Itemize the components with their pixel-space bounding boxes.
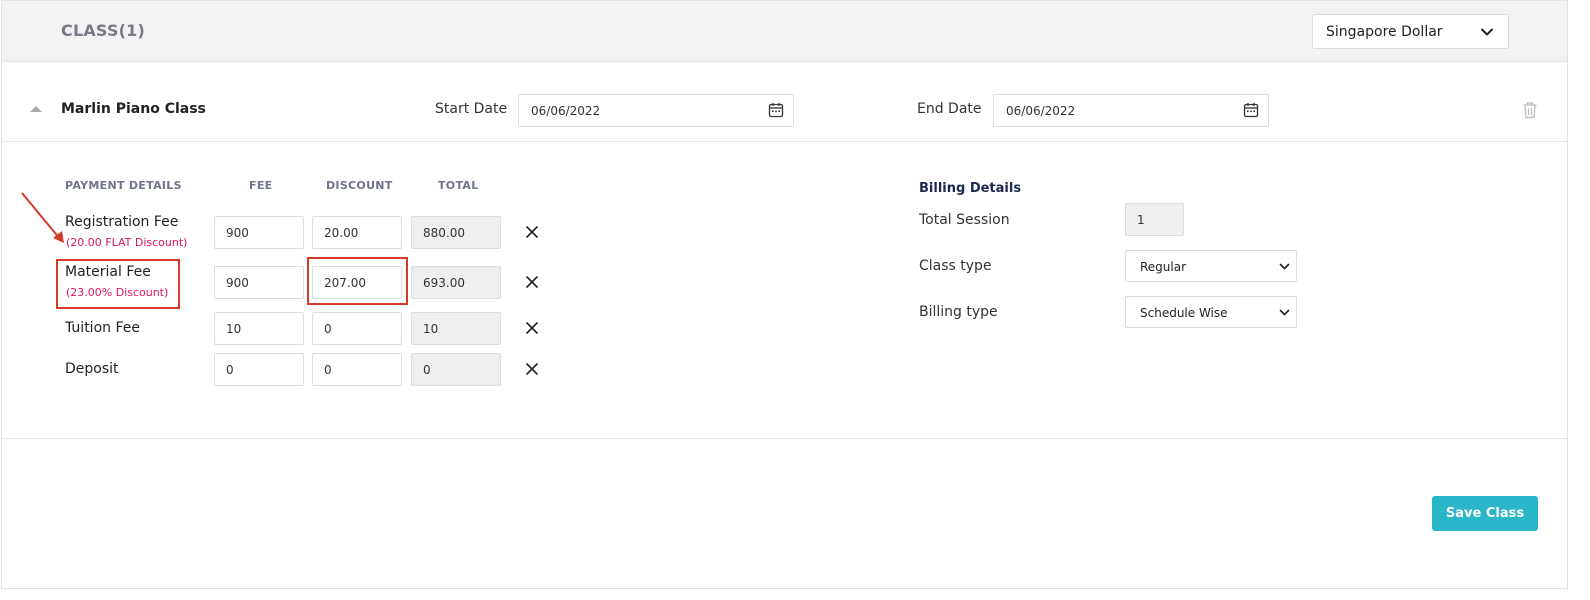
tuition-fee-value: 10 bbox=[226, 322, 242, 336]
save-class-button[interactable]: Save Class bbox=[1432, 496, 1538, 531]
registration-fee-label: Registration Fee bbox=[65, 214, 179, 230]
registration-fee-input[interactable]: 900 bbox=[214, 216, 304, 249]
close-icon[interactable] bbox=[525, 321, 539, 335]
chevron-down-icon bbox=[1481, 28, 1493, 36]
class-panel: CLASS(1) Singapore Dollar Marlin Piano C… bbox=[1, 0, 1568, 589]
tuition-fee-label: Tuition Fee bbox=[65, 320, 140, 336]
start-date-value: 06/06/2022 bbox=[531, 104, 601, 118]
class-row: Marlin Piano Class Start Date 06/06/2022… bbox=[2, 62, 1567, 142]
material-fee-value: 900 bbox=[226, 276, 249, 290]
material-fee-input[interactable]: 900 bbox=[214, 266, 304, 299]
total-session-label: Total Session bbox=[919, 212, 1010, 228]
calendar-icon[interactable] bbox=[1243, 102, 1259, 118]
registration-fee-value: 900 bbox=[226, 226, 249, 240]
chevron-down-icon bbox=[1279, 309, 1290, 316]
deposit-fee-value: 0 bbox=[226, 363, 234, 377]
registration-discount-input[interactable]: 20.00 bbox=[312, 216, 402, 249]
deposit-total-value: 0 bbox=[423, 363, 431, 377]
trash-icon[interactable] bbox=[1522, 101, 1538, 119]
annotation-arrow-icon bbox=[21, 192, 64, 243]
chevron-down-icon bbox=[1279, 263, 1290, 270]
billing-details-title: Billing Details bbox=[919, 181, 1022, 196]
close-icon[interactable] bbox=[525, 275, 539, 289]
billing-type-label: Billing type bbox=[919, 304, 998, 320]
registration-discount-value: 20.00 bbox=[324, 226, 359, 240]
class-count-heading: CLASS(1) bbox=[61, 21, 146, 40]
discount-header: DISCOUNT bbox=[326, 179, 393, 192]
calendar-icon[interactable] bbox=[768, 102, 784, 118]
tuition-total-value: 10 bbox=[423, 322, 439, 336]
end-date-label: End Date bbox=[917, 101, 982, 117]
end-date-input[interactable]: 06/06/2022 bbox=[993, 94, 1269, 127]
class-type-label: Class type bbox=[919, 258, 992, 274]
total-session-field: 1 bbox=[1125, 203, 1184, 236]
tuition-fee-input[interactable]: 10 bbox=[214, 312, 304, 345]
deposit-discount-input[interactable]: 0 bbox=[312, 353, 402, 386]
tuition-total-field: 10 bbox=[411, 312, 501, 345]
total-session-value: 1 bbox=[1137, 213, 1145, 227]
registration-fee-discount-note: (20.00 FLAT Discount) bbox=[66, 236, 188, 249]
deposit-label: Deposit bbox=[65, 361, 119, 377]
highlight-box-material-discount bbox=[307, 257, 408, 305]
currency-select[interactable]: Singapore Dollar bbox=[1312, 14, 1509, 49]
deposit-discount-value: 0 bbox=[324, 363, 332, 377]
class-name: Marlin Piano Class bbox=[61, 101, 206, 117]
close-icon[interactable] bbox=[525, 362, 539, 376]
collapse-caret-icon[interactable] bbox=[30, 106, 42, 112]
registration-total-field: 880.00 bbox=[411, 216, 501, 249]
total-header: TOTAL bbox=[438, 179, 479, 192]
material-total-field: 693.00 bbox=[411, 266, 501, 299]
class-header-bar: CLASS(1) Singapore Dollar bbox=[2, 1, 1567, 62]
payment-details-header: PAYMENT DETAILS bbox=[65, 179, 182, 192]
highlight-box-material-fee bbox=[56, 259, 180, 309]
close-icon[interactable] bbox=[525, 225, 539, 239]
tuition-discount-input[interactable]: 0 bbox=[312, 312, 402, 345]
billing-type-value: Schedule Wise bbox=[1140, 306, 1228, 320]
currency-select-value: Singapore Dollar bbox=[1326, 24, 1443, 40]
section-divider bbox=[2, 438, 1567, 439]
tuition-discount-value: 0 bbox=[324, 322, 332, 336]
fee-header: FEE bbox=[249, 179, 273, 192]
start-date-label: Start Date bbox=[435, 101, 508, 117]
deposit-total-field: 0 bbox=[411, 353, 501, 386]
material-total-value: 693.00 bbox=[423, 276, 465, 290]
deposit-fee-input[interactable]: 0 bbox=[214, 353, 304, 386]
billing-type-select[interactable]: Schedule Wise bbox=[1125, 296, 1297, 328]
end-date-value: 06/06/2022 bbox=[1006, 104, 1076, 118]
start-date-input[interactable]: 06/06/2022 bbox=[518, 94, 794, 127]
class-type-value: Regular bbox=[1140, 260, 1187, 274]
registration-total-value: 880.00 bbox=[423, 226, 465, 240]
class-type-select[interactable]: Regular bbox=[1125, 250, 1297, 282]
